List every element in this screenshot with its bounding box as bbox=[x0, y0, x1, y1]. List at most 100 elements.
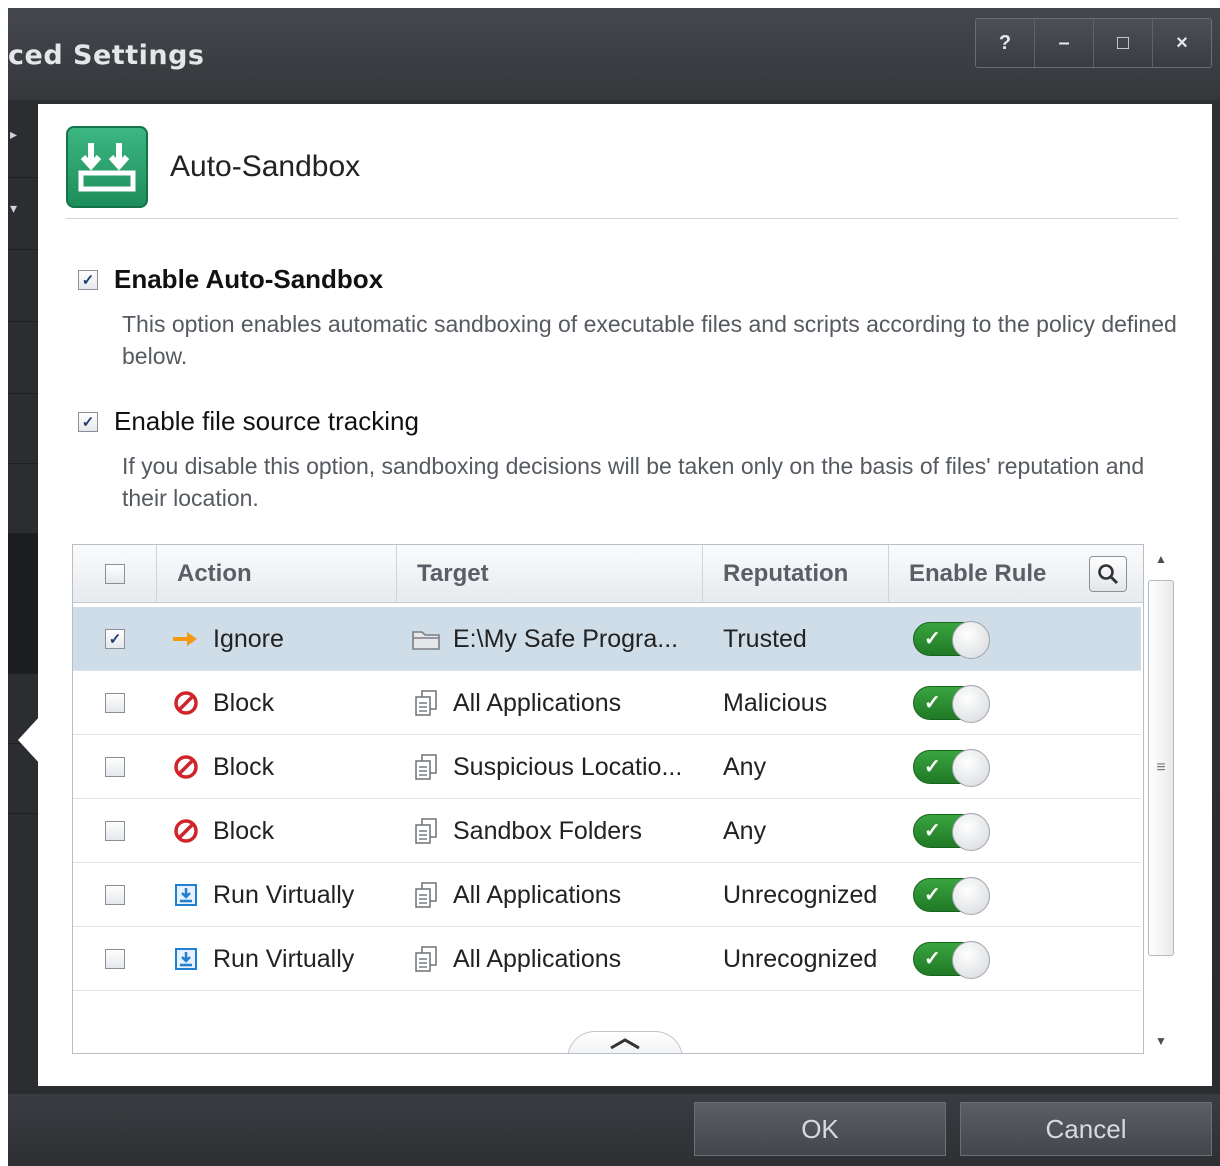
check-icon: ✓ bbox=[924, 884, 941, 906]
cancel-button[interactable]: Cancel bbox=[960, 1102, 1212, 1156]
enable-file-source-tracking-checkbox[interactable]: ✓ bbox=[78, 411, 98, 432]
rules-table: Action Target Reputation Enable Rule ✓ Ig… bbox=[72, 544, 1144, 1054]
row-checkbox[interactable]: ✓ bbox=[105, 629, 125, 649]
enable-rule-cell: ✓ bbox=[913, 863, 1113, 927]
target-cell[interactable]: E:\My Safe Progra... bbox=[411, 607, 703, 671]
enable-rule-toggle[interactable]: ✓ bbox=[913, 877, 990, 915]
block-icon bbox=[171, 754, 201, 780]
table-row[interactable]: Block Sandbox Folders Any ✓ bbox=[73, 799, 1141, 863]
collapse-tab[interactable] bbox=[567, 1031, 683, 1053]
target-cell[interactable]: All Applications bbox=[411, 927, 703, 991]
sidebar-item[interactable]: ▸ bbox=[8, 100, 38, 178]
select-all-checkbox[interactable] bbox=[104, 564, 125, 584]
reputation-cell[interactable]: Malicious bbox=[723, 671, 889, 735]
action-cell[interactable]: Block bbox=[171, 671, 397, 735]
folder-icon bbox=[411, 627, 441, 651]
enable-file-source-tracking-option[interactable]: ✓ Enable file source tracking bbox=[78, 406, 419, 437]
help-button[interactable]: ? bbox=[976, 19, 1035, 67]
table-row[interactable]: Run Virtually All Applications Unrecognize… bbox=[73, 927, 1141, 991]
action-label: Block bbox=[213, 752, 275, 781]
target-cell[interactable]: All Applications bbox=[411, 671, 703, 735]
title-bar: ced Settings ? – □ × bbox=[8, 8, 1220, 100]
window-title: ced Settings bbox=[8, 40, 205, 71]
sidebar-item-auto-sandbox[interactable] bbox=[8, 534, 38, 674]
reputation-cell[interactable]: Trusted bbox=[723, 607, 889, 671]
scroll-up-button[interactable]: ▲ bbox=[1146, 544, 1176, 574]
close-button[interactable]: × bbox=[1153, 19, 1211, 67]
sidebar-item[interactable] bbox=[8, 250, 38, 322]
target-label: Suspicious Locatio... bbox=[453, 752, 683, 781]
row-select-cell bbox=[73, 927, 157, 991]
row-checkbox[interactable] bbox=[105, 693, 125, 713]
toggle-knob bbox=[952, 749, 990, 787]
action-label: Ignore bbox=[213, 624, 284, 653]
table-row[interactable]: ✓ Ignore E:\My Safe Progra... Trusted ✓ bbox=[73, 607, 1141, 671]
enable-auto-sandbox-option[interactable]: ✓ Enable Auto-Sandbox bbox=[78, 264, 383, 295]
search-icon bbox=[1098, 564, 1119, 585]
scroll-down-button[interactable]: ▼ bbox=[1146, 1026, 1176, 1056]
table-row[interactable]: Block All Applications Malicious ✓ bbox=[73, 671, 1141, 735]
file-group-icon bbox=[411, 881, 441, 909]
action-cell[interactable]: Block bbox=[171, 799, 397, 863]
arrow-right-icon bbox=[171, 629, 201, 649]
enable-rule-cell: ✓ bbox=[913, 927, 1113, 991]
target-cell[interactable]: Suspicious Locatio... bbox=[411, 735, 703, 799]
scroll-thumb[interactable]: ≡ bbox=[1148, 580, 1174, 956]
enable-auto-sandbox-label: Enable Auto-Sandbox bbox=[114, 264, 384, 294]
header-divider bbox=[66, 218, 1178, 219]
table-scrollbar[interactable]: ▲ ≡ ▼ bbox=[1146, 544, 1176, 1056]
minimize-button[interactable]: – bbox=[1035, 19, 1094, 67]
table-row[interactable]: Block Suspicious Locatio... Any ✓ bbox=[73, 735, 1141, 799]
sidebar-item[interactable]: ▾ bbox=[8, 178, 38, 250]
enable-auto-sandbox-checkbox[interactable]: ✓ bbox=[78, 269, 98, 290]
column-reputation[interactable]: Reputation bbox=[703, 545, 889, 603]
enable-rule-toggle[interactable]: ✓ bbox=[913, 685, 990, 723]
row-checkbox[interactable] bbox=[105, 885, 125, 905]
enable-file-source-tracking-label: Enable file source tracking bbox=[114, 406, 419, 436]
reputation-cell[interactable]: Any bbox=[723, 799, 889, 863]
reputation-label: Malicious bbox=[723, 688, 828, 717]
column-target[interactable]: Target bbox=[397, 545, 703, 603]
reputation-cell[interactable]: Unrecognized bbox=[723, 927, 889, 991]
check-icon: ✓ bbox=[924, 948, 941, 970]
ok-button[interactable]: OK bbox=[694, 1102, 946, 1156]
reputation-label: Any bbox=[723, 816, 767, 845]
enable-rule-cell: ✓ bbox=[913, 671, 1113, 735]
enable-rule-cell: ✓ bbox=[913, 607, 1113, 671]
table-search-button[interactable] bbox=[1089, 556, 1127, 592]
sidebar-item[interactable] bbox=[8, 322, 38, 394]
target-cell[interactable]: All Applications bbox=[411, 863, 703, 927]
reputation-cell[interactable]: Any bbox=[723, 735, 889, 799]
action-cell[interactable]: Run Virtually bbox=[171, 927, 397, 991]
check-icon: ✓ bbox=[924, 820, 941, 842]
target-label: All Applications bbox=[453, 880, 622, 909]
table-row[interactable]: Run Virtually All Applications Unrecognize… bbox=[73, 863, 1141, 927]
enable-rule-toggle[interactable]: ✓ bbox=[913, 621, 990, 659]
target-cell[interactable]: Sandbox Folders bbox=[411, 799, 703, 863]
select-all-column bbox=[73, 545, 157, 603]
check-icon: ✓ bbox=[924, 692, 941, 714]
row-checkbox[interactable] bbox=[105, 757, 125, 777]
target-label: All Applications bbox=[453, 688, 622, 717]
enable-rule-toggle[interactable]: ✓ bbox=[913, 941, 990, 979]
enable-rule-toggle[interactable]: ✓ bbox=[913, 749, 990, 787]
window-controls: ? – □ × bbox=[975, 18, 1212, 68]
enable-rule-toggle[interactable]: ✓ bbox=[913, 813, 990, 851]
row-checkbox[interactable] bbox=[105, 821, 125, 841]
action-cell[interactable]: Run Virtually bbox=[171, 863, 397, 927]
action-label: Run Virtually bbox=[213, 944, 355, 973]
maximize-button[interactable]: □ bbox=[1094, 19, 1153, 67]
sidebar-item[interactable] bbox=[8, 464, 38, 534]
enable-auto-sandbox-description: This option enables automatic sandboxing… bbox=[122, 311, 1177, 369]
enable-rule-cell: ✓ bbox=[913, 799, 1113, 863]
reputation-cell[interactable]: Unrecognized bbox=[723, 863, 889, 927]
column-action[interactable]: Action bbox=[157, 545, 397, 603]
run-virtually-icon bbox=[171, 947, 201, 971]
target-label: E:\My Safe Progra... bbox=[453, 624, 679, 653]
action-cell[interactable]: Ignore bbox=[171, 607, 397, 671]
sidebar-item[interactable] bbox=[8, 394, 38, 464]
reputation-label: Trusted bbox=[723, 624, 807, 653]
reputation-label: Any bbox=[723, 752, 767, 781]
row-checkbox[interactable] bbox=[105, 949, 125, 969]
action-cell[interactable]: Block bbox=[171, 735, 397, 799]
